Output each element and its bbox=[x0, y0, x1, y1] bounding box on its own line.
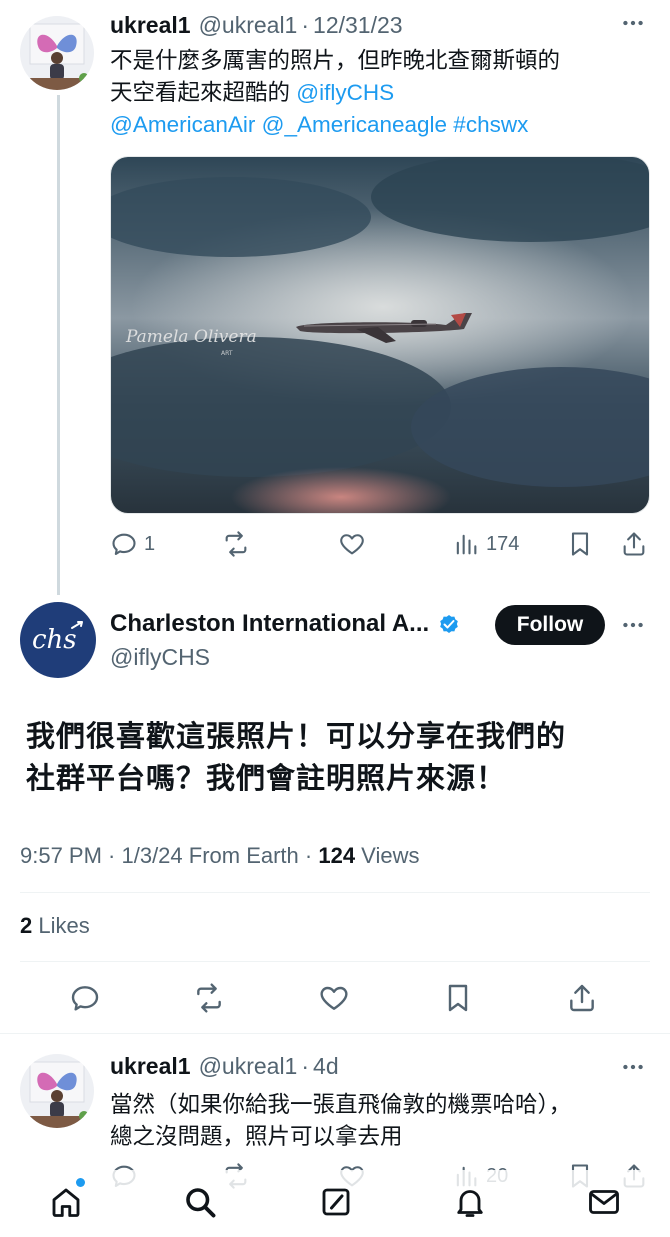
tweet1-photo[interactable]: Pamela Olivera ART bbox=[110, 156, 650, 514]
nav-search[interactable] bbox=[182, 1184, 218, 1220]
reply-text-line2: 總之沒問題，照片可以拿去用 bbox=[110, 1124, 403, 1149]
main-author-name[interactable]: Charleston International A... bbox=[110, 610, 429, 638]
search-icon bbox=[186, 1188, 216, 1218]
main-meta: 9:57 PM · 1/3/24 From Earth · 124 Views bbox=[20, 843, 419, 869]
tweet1-author-name[interactable]: ukreal1 bbox=[110, 12, 191, 39]
main-reply-button[interactable] bbox=[69, 982, 101, 1014]
tweet1-mention-iflychs[interactable]: @iflyCHS bbox=[296, 80, 394, 105]
share-icon bbox=[570, 984, 594, 1012]
photo-watermark-sub: ART bbox=[221, 350, 233, 357]
main-views-count: 124 bbox=[318, 843, 356, 868]
ukreal1-reply-avatar[interactable] bbox=[20, 1054, 94, 1128]
divider bbox=[0, 1033, 670, 1034]
tweet1-reply-button[interactable]: 1 bbox=[110, 530, 155, 558]
main-likes-label: Likes bbox=[32, 913, 90, 938]
photo-watermark: Pamela Olivera bbox=[125, 327, 257, 347]
main-text-line1: 我們很喜歡這張照片！可以分享在我們的 bbox=[26, 721, 567, 753]
tweet1-text-line1: 不是什麼多厲害的照片，但昨晚北查爾斯頓的 bbox=[110, 48, 561, 73]
tweet1-header: ukreal1 @ukreal1 · 12/31/23 bbox=[110, 12, 403, 39]
main-views-label: Views bbox=[355, 843, 420, 868]
main-tweet-text: 我們很喜歡這張照片！可以分享在我們的 社群平台嗎？我們會註明照片來源！ bbox=[26, 716, 646, 800]
tweet1-tags[interactable]: @AmericanAir @_Americaneagle #chswx bbox=[110, 109, 560, 141]
iflychs-avatar[interactable]: chs bbox=[20, 602, 96, 678]
main-timestamp[interactable]: 9:57 PM · 1/3/24 From Earth · bbox=[20, 843, 318, 868]
main-more-icon[interactable] bbox=[620, 612, 646, 638]
bookmark-icon bbox=[571, 532, 589, 556]
repost-icon bbox=[197, 983, 221, 1013]
nav-messages[interactable] bbox=[586, 1184, 622, 1220]
thread-line bbox=[57, 95, 60, 595]
tweet1-author-handle[interactable]: @ukreal1 bbox=[199, 12, 298, 39]
tweet1-more-icon[interactable] bbox=[620, 10, 646, 36]
main-likes[interactable]: 2 Likes bbox=[20, 913, 90, 939]
main-like-button[interactable] bbox=[318, 982, 350, 1014]
bookmark-icon bbox=[448, 984, 468, 1012]
tweet1-bookmark-button[interactable] bbox=[566, 530, 594, 558]
tweet1-view-count: 174 bbox=[486, 532, 520, 555]
reply-header: ukreal1 @ukreal1 · 4d bbox=[110, 1053, 339, 1080]
reply-icon bbox=[112, 533, 136, 555]
nav-home[interactable] bbox=[48, 1184, 84, 1220]
main-text-line2: 社群平台嗎？我們會註明照片來源！ bbox=[26, 763, 507, 795]
tweet1-like-button[interactable] bbox=[338, 530, 366, 558]
bell-icon bbox=[457, 1190, 483, 1217]
reply-more-icon[interactable] bbox=[620, 1054, 646, 1080]
nav-notifications[interactable] bbox=[452, 1184, 488, 1220]
tweet1-date[interactable]: 12/31/23 bbox=[313, 12, 403, 39]
share-icon bbox=[623, 532, 645, 556]
repost-icon bbox=[225, 531, 247, 557]
heart-icon bbox=[320, 986, 348, 1010]
tweet1-share-button[interactable] bbox=[620, 530, 648, 558]
home-notification-dot bbox=[76, 1178, 85, 1187]
heart-icon bbox=[340, 534, 364, 555]
divider bbox=[20, 892, 650, 893]
main-bookmark-button[interactable] bbox=[442, 982, 474, 1014]
nav-compose[interactable] bbox=[318, 1184, 354, 1220]
reply-author-handle[interactable]: @ukreal1 bbox=[199, 1053, 298, 1080]
bottom-navigation bbox=[0, 1170, 670, 1237]
tweet1-sep: · bbox=[301, 12, 310, 38]
main-author-name-row[interactable]: Charleston International A... bbox=[110, 610, 461, 638]
main-share-button[interactable] bbox=[566, 982, 598, 1014]
tweet1-text: 不是什麼多厲害的照片，但昨晚北查爾斯頓的 天空看起來超酷的 @iflyCHS @… bbox=[110, 45, 560, 141]
main-repost-button[interactable] bbox=[193, 982, 225, 1014]
mail-icon bbox=[589, 1190, 619, 1214]
tweet1-text-line2: 天空看起來超酷的 bbox=[110, 80, 297, 105]
reply-author-name[interactable]: ukreal1 bbox=[110, 1053, 191, 1080]
main-likes-count: 2 bbox=[20, 913, 33, 938]
tweet1-views-button[interactable]: 174 bbox=[452, 530, 519, 558]
tweet1-reply-count: 1 bbox=[144, 532, 156, 555]
reply-sep: · bbox=[301, 1053, 310, 1079]
ukreal1-avatar[interactable] bbox=[20, 16, 94, 90]
follow-button[interactable]: Follow bbox=[495, 605, 605, 645]
verified-badge-icon bbox=[440, 615, 458, 633]
main-author-handle[interactable]: @iflyCHS bbox=[110, 644, 210, 671]
compose-icon bbox=[322, 1188, 350, 1216]
divider bbox=[20, 961, 650, 962]
reply-icon bbox=[71, 986, 99, 1011]
reply-date[interactable]: 4d bbox=[313, 1053, 339, 1080]
home-icon bbox=[52, 1188, 80, 1217]
chs-logo-text: chs bbox=[32, 625, 77, 655]
tweet1-repost-button[interactable] bbox=[222, 530, 250, 558]
reply-text-line1: 當然（如果你給我一張直飛倫敦的機票哈哈）， bbox=[110, 1092, 572, 1117]
reply-text: 當然（如果你給我一張直飛倫敦的機票哈哈）， 總之沒問題，照片可以拿去用 bbox=[110, 1089, 571, 1153]
views-icon bbox=[456, 534, 477, 555]
